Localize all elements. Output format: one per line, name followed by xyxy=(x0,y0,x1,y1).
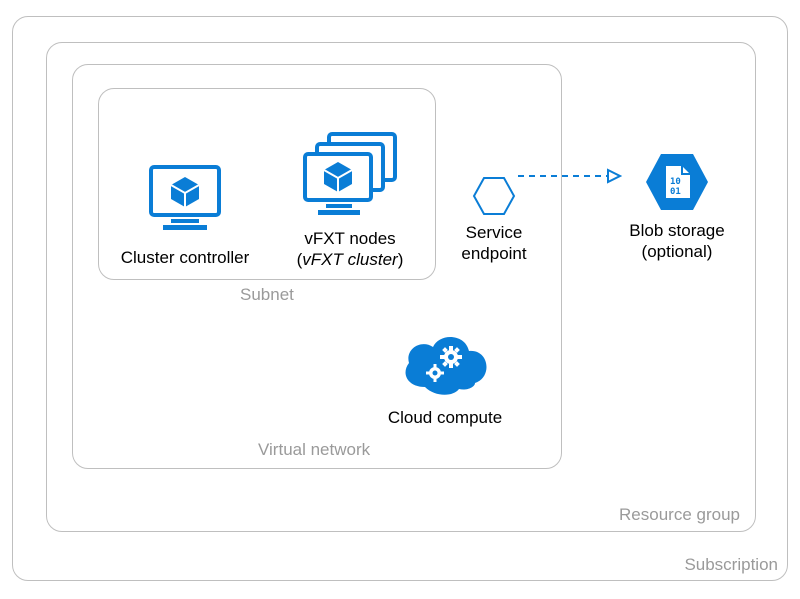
arrow-endpoint-to-blob xyxy=(516,166,622,186)
resource-group-label: Resource group xyxy=(619,505,740,525)
cluster-controller-label: Cluster controller xyxy=(121,247,250,268)
monitor-cube-icon xyxy=(147,163,223,235)
svg-text:01: 01 xyxy=(670,187,681,197)
cluster-controller: Cluster controller xyxy=(110,118,260,268)
service-endpoint-label: Service endpoint xyxy=(461,222,526,265)
cloud-gears-icon xyxy=(395,329,495,401)
vfxt-nodes-label: vFXT nodes (vFXT cluster) xyxy=(297,228,404,271)
cloud-compute-label: Cloud compute xyxy=(388,407,502,428)
blob-storage-label: Blob storage (optional) xyxy=(629,220,724,263)
subnet-label: Subnet xyxy=(240,285,294,305)
subscription-label: Subscription xyxy=(684,555,778,575)
vnet-label: Virtual network xyxy=(258,440,370,460)
svg-text:10: 10 xyxy=(670,177,681,187)
hexagon-icon xyxy=(472,176,516,216)
vfxt-nodes-line1: vFXT nodes xyxy=(304,229,395,248)
vfxt-nodes: vFXT nodes (vFXT cluster) xyxy=(275,100,425,270)
hexagon-file-icon: 10 01 xyxy=(644,152,710,212)
monitor-stack-icon xyxy=(301,130,399,220)
blob-storage: 10 01 Blob storage (optional) xyxy=(612,142,742,262)
cloud-compute: Cloud compute xyxy=(370,308,520,428)
